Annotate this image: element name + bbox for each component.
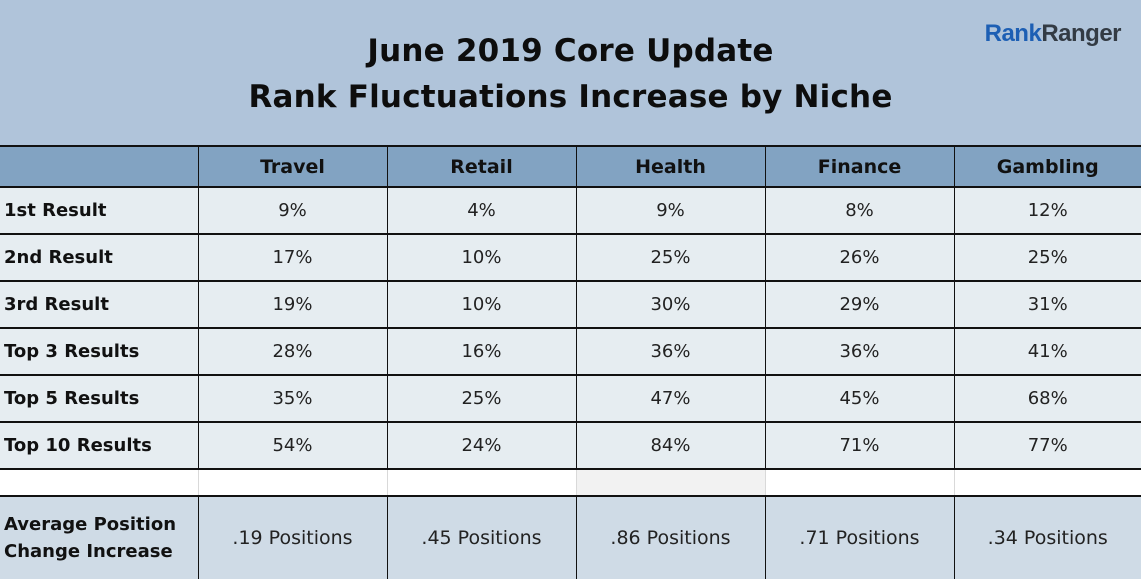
spacer-row <box>0 469 1141 497</box>
cell-gambling: 12% <box>953 187 1141 235</box>
cell-health: 47% <box>575 375 765 423</box>
table-row: Top 10 Results 54% 24% 84% 71% 77% <box>0 422 1141 470</box>
spacer-cell <box>0 469 198 497</box>
cell-travel: 9% <box>197 187 387 235</box>
header-gambling: Gambling <box>953 145 1141 188</box>
cell-health: 84% <box>575 422 765 470</box>
cell-retail: 10% <box>386 281 576 329</box>
row-label: 1st Result <box>0 187 198 235</box>
header-retail: Retail <box>386 145 576 188</box>
summary-cell-finance: .71 Positions <box>764 496 954 579</box>
summary-label-line-1: Average Position <box>4 514 177 535</box>
cell-retail: 4% <box>386 187 576 235</box>
header-row: Travel Retail Health Finance Gambling <box>0 145 1141 188</box>
cell-travel: 28% <box>197 328 387 376</box>
cell-travel: 35% <box>197 375 387 423</box>
logo-part-rank: Rank <box>984 20 1042 47</box>
cell-retail: 16% <box>386 328 576 376</box>
row-label: Top 10 Results <box>0 422 198 470</box>
title-line-2: Rank Fluctuations Increase by Niche <box>248 79 893 115</box>
cell-travel: 54% <box>197 422 387 470</box>
table-row: Top 3 Results 28% 16% 36% 36% 41% <box>0 328 1141 376</box>
header-travel: Travel <box>197 145 387 188</box>
table-row: 3rd Result 19% 10% 30% 29% 31% <box>0 281 1141 329</box>
cell-health: 25% <box>575 234 765 282</box>
cell-gambling: 41% <box>953 328 1141 376</box>
row-label: Top 5 Results <box>0 375 198 423</box>
table-row: Top 5 Results 35% 25% 47% 45% 68% <box>0 375 1141 423</box>
fluctuations-table: Travel Retail Health Finance Gambling 1s… <box>0 145 1141 579</box>
cell-retail: 24% <box>386 422 576 470</box>
cell-finance: 36% <box>764 328 954 376</box>
table-row: 2nd Result 17% 10% 25% 26% 25% <box>0 234 1141 282</box>
rankranger-logo: RankRanger <box>984 20 1122 48</box>
summary-cell-health: .86 Positions <box>575 496 765 579</box>
summary-row: Average Position Change Increase .19 Pos… <box>0 496 1141 579</box>
cell-gambling: 31% <box>953 281 1141 329</box>
row-label: 3rd Result <box>0 281 198 329</box>
cell-finance: 8% <box>764 187 954 235</box>
header-corner <box>0 145 198 188</box>
cell-health: 9% <box>575 187 765 235</box>
spacer-cell <box>575 469 765 497</box>
cell-travel: 19% <box>197 281 387 329</box>
summary-label: Average Position Change Increase <box>0 496 198 579</box>
cell-travel: 17% <box>197 234 387 282</box>
spacer-cell <box>197 469 387 497</box>
title-line-1: June 2019 Core Update <box>367 33 774 69</box>
cell-finance: 29% <box>764 281 954 329</box>
row-label: Top 3 Results <box>0 328 198 376</box>
spacer-cell <box>386 469 576 497</box>
table-row: 1st Result 9% 4% 9% 8% 12% <box>0 187 1141 235</box>
title-area: June 2019 Core Update Rank Fluctuations … <box>0 0 1141 145</box>
cell-health: 30% <box>575 281 765 329</box>
cell-finance: 71% <box>764 422 954 470</box>
header-health: Health <box>575 145 765 188</box>
cell-health: 36% <box>575 328 765 376</box>
row-label: 2nd Result <box>0 234 198 282</box>
logo-part-ranger: Ranger <box>1041 20 1121 47</box>
cell-finance: 45% <box>764 375 954 423</box>
summary-cell-travel: .19 Positions <box>197 496 387 579</box>
cell-gambling: 77% <box>953 422 1141 470</box>
cell-retail: 25% <box>386 375 576 423</box>
cell-finance: 26% <box>764 234 954 282</box>
cell-retail: 10% <box>386 234 576 282</box>
summary-label-line-2: Change Increase <box>4 541 173 562</box>
chart-title: June 2019 Core Update Rank Fluctuations … <box>0 28 1141 120</box>
cell-gambling: 68% <box>953 375 1141 423</box>
spacer-cell <box>764 469 954 497</box>
spacer-cell <box>953 469 1141 497</box>
summary-cell-retail: .45 Positions <box>386 496 576 579</box>
summary-cell-gambling: .34 Positions <box>953 496 1141 579</box>
header-finance: Finance <box>764 145 954 188</box>
cell-gambling: 25% <box>953 234 1141 282</box>
